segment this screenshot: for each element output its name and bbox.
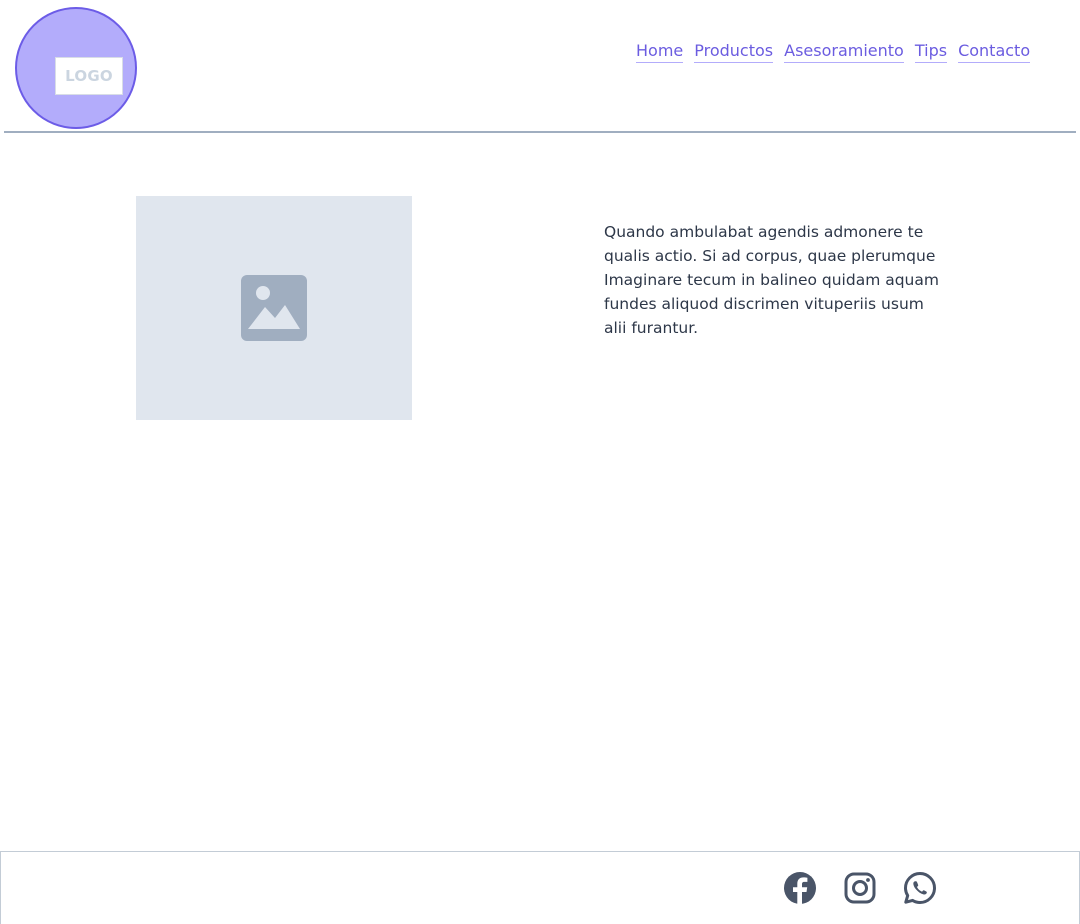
nav-link-productos[interactable]: Productos [694,41,774,63]
nav-link-tips[interactable]: Tips [914,41,948,63]
main-nav: Home Productos Asesoramiento Tips Contac… [636,41,1031,63]
image-placeholder [136,196,412,420]
nav-link-contacto[interactable]: Contacto [958,41,1031,63]
image-placeholder-icon [241,275,307,341]
instagram-icon[interactable] [843,871,877,905]
site-header: LOGO Home Productos Asesoramiento Tips C… [4,0,1076,133]
intro-paragraph: Quando ambulabat agendis admonere te qua… [604,223,939,337]
logo-text: LOGO [55,57,123,95]
logo[interactable]: LOGO [15,7,137,129]
whatsapp-icon[interactable] [903,871,937,905]
nav-link-home[interactable]: Home [636,41,684,63]
nav-link-asesoramiento[interactable]: Asesoramiento [784,41,904,63]
facebook-icon[interactable] [783,871,817,905]
site-footer [0,851,1080,924]
page: LOGO Home Productos Asesoramiento Tips C… [0,0,1080,924]
social-links [783,871,937,905]
